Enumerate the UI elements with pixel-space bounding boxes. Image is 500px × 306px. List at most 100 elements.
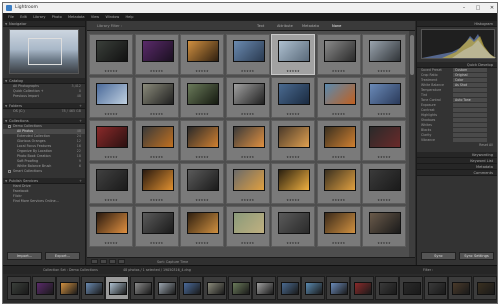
star-rating[interactable]: ★★★★★ [363,112,405,116]
star-rating[interactable]: ★★★★★ [136,155,178,159]
grid-thumbnail-cell[interactable]: ★★★★★ [362,34,406,75]
star-rating[interactable]: ★★★★★ [272,69,314,73]
quick-develop-control[interactable] [453,118,487,122]
survey-view-icon[interactable] [118,259,125,264]
menu-window[interactable]: Window [105,13,119,21]
photo-thumbnail[interactable] [232,126,265,148]
sync-button[interactable]: Sync [421,252,456,260]
photo-thumbnail[interactable] [187,40,219,62]
import-button[interactable]: Import... [7,252,42,260]
photo-thumbnail[interactable] [232,212,265,234]
photo-thumbnail[interactable] [187,83,219,105]
grid-thumbnail-cell[interactable]: ★★★★★ [225,77,270,118]
close-button[interactable]: ✕ [485,3,497,13]
filter-none[interactable]: None [332,24,341,28]
reset-all-button[interactable]: Reset All [479,143,493,147]
grid-thumbnail-cell[interactable]: ★★★★★ [271,163,315,204]
quick-develop-control[interactable]: Original [453,73,487,77]
grid-thumbnail-cell[interactable]: ★★★★★ [134,77,179,118]
menu-library[interactable]: Library [33,13,45,21]
filmstrip-cell[interactable] [56,276,80,300]
star-rating[interactable]: ★★★★★ [227,198,269,202]
loupe-view-icon[interactable] [100,259,107,264]
star-rating[interactable]: ★★★★★ [227,241,269,245]
star-rating[interactable]: ★★★★★ [136,69,178,73]
menu-edit[interactable]: Edit [20,13,27,21]
filmstrip-cell[interactable] [472,276,497,300]
star-rating[interactable]: ★★★★★ [318,112,360,116]
photo-thumbnail[interactable] [278,83,310,105]
menu-help[interactable]: Help [126,13,134,21]
grid-thumbnail-cell[interactable]: ★★★★★ [271,120,315,161]
sort-label[interactable]: Sort: Capture Time [157,260,188,264]
photo-thumbnail[interactable] [232,169,265,191]
filmstrip-thumbnail[interactable] [256,282,274,295]
star-rating[interactable]: ★★★★★ [227,69,269,73]
star-rating[interactable]: ★★★★★ [272,241,314,245]
filmstrip-thumbnail[interactable] [354,282,372,295]
filmstrip-thumbnail[interactable] [403,282,421,295]
filmstrip-thumbnail[interactable] [35,282,54,295]
star-rating[interactable]: ★★★★★ [363,241,405,245]
grid-thumbnail-cell[interactable]: ★★★★★ [362,163,406,204]
minimize-button[interactable]: – [457,3,471,13]
filmstrip-cell[interactable] [301,276,325,300]
grid-thumbnail-cell[interactable]: ★★★★★ [316,120,361,161]
filmstrip-collection[interactable]: Collection Set : Demo Collections [43,268,98,272]
photo-thumbnail[interactable] [369,212,401,234]
star-rating[interactable]: ★★★★★ [90,112,132,116]
filmstrip-thumbnail[interactable] [84,282,103,295]
quick-develop-control[interactable]: As Shot [453,83,487,87]
photo-thumbnail[interactable] [323,83,356,105]
quick-develop-control[interactable]: Color [453,78,487,82]
filmstrip-cell[interactable] [325,276,350,300]
filmstrip-thumbnail[interactable] [476,282,495,295]
photo-thumbnail[interactable] [141,126,174,148]
quick-develop-control[interactable] [453,108,487,112]
grid-thumbnail-cell[interactable]: ★★★★★ [316,34,361,75]
photo-thumbnail[interactable] [96,126,128,148]
filmstrip-cell[interactable] [276,276,301,300]
filmstrip-thumbnail[interactable] [133,282,152,295]
filmstrip-cell[interactable] [105,276,129,300]
quick-develop-control[interactable] [453,113,487,117]
star-rating[interactable]: ★★★★★ [318,155,360,159]
photo-thumbnail[interactable] [232,40,265,62]
grid-thumbnail-cell[interactable]: ★★★★★ [180,120,224,161]
filmstrip-thumbnail[interactable] [158,282,176,295]
compare-view-icon[interactable] [109,259,116,264]
star-rating[interactable]: ★★★★★ [318,198,360,202]
star-rating[interactable]: ★★★★★ [181,112,223,116]
star-rating[interactable]: ★★★★★ [90,198,132,202]
filmstrip-thumbnail[interactable] [452,282,470,295]
filmstrip-thumbnail[interactable] [207,282,225,295]
grid-thumbnail-cell[interactable]: ★★★★★ [134,120,179,161]
filmstrip-cell[interactable] [7,276,31,300]
filmstrip-cell[interactable] [399,276,423,300]
photo-thumbnail[interactable] [323,212,356,234]
star-rating[interactable]: ★★★★★ [227,112,269,116]
star-rating[interactable]: ★★★★★ [227,155,269,159]
star-rating[interactable]: ★★★★★ [318,241,360,245]
quick-develop-control[interactable] [453,123,487,127]
filmstrip-thumbnail[interactable] [109,282,127,295]
filmstrip-thumbnail[interactable] [231,282,250,295]
filmstrip-thumbnail[interactable] [427,282,446,295]
catalog-item[interactable]: Previous Import 48 [3,94,85,99]
star-rating[interactable]: ★★★★★ [181,155,223,159]
grid-thumbnail-cell[interactable]: ★★★★★ [225,206,270,247]
quick-develop-control[interactable] [453,128,487,132]
folder-volume[interactable]: OS (C:) 78 / 465 GB [3,109,85,114]
photo-thumbnail[interactable] [278,126,310,148]
star-rating[interactable]: ★★★★★ [136,198,178,202]
filmstrip-cell[interactable] [448,276,472,300]
star-rating[interactable]: ★★★★★ [272,112,314,116]
photo-thumbnail[interactable] [187,169,219,191]
filmstrip-thumbnail[interactable] [11,282,29,295]
grid-thumbnail-cell[interactable]: ★★★★★ [271,77,315,118]
navigator-header[interactable]: ▼ Navigator [3,21,85,27]
filmstrip-cell[interactable] [80,276,105,300]
comments-header[interactable]: Comments [417,170,497,176]
photo-thumbnail[interactable] [187,126,219,148]
sync-settings-button[interactable]: Sync Settings [459,252,494,260]
